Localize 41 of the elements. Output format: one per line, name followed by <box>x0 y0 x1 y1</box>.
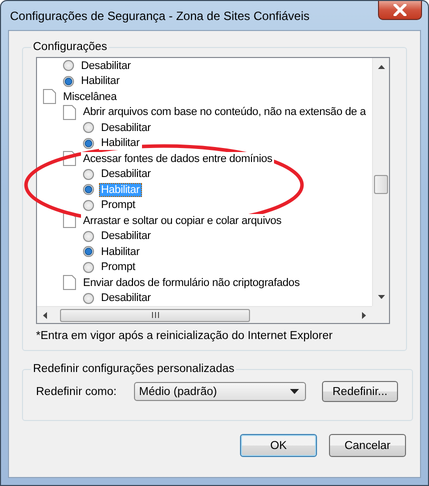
horizontal-scrollbar[interactable] <box>37 306 372 323</box>
radio-button[interactable] <box>83 138 94 149</box>
radio-button[interactable] <box>83 184 94 196</box>
page-icon <box>63 275 76 290</box>
page-icon <box>63 104 76 120</box>
page-icon <box>43 89 56 104</box>
cancel-button[interactable]: Cancelar <box>329 434 406 457</box>
scroll-up-icon[interactable] <box>378 65 384 69</box>
vertical-scrollbar[interactable] <box>372 58 389 306</box>
window-title: Configurações de Segurança - Zona de Sites Confiáveis <box>10 9 310 23</box>
radio-button[interactable] <box>83 246 94 258</box>
option-label[interactable]: Prompt <box>99 260 138 274</box>
option-label[interactable]: Habilitar <box>99 136 142 150</box>
group-title: Redefinir configurações personalizadas <box>32 363 236 375</box>
ok-button[interactable]: OK <box>240 434 317 457</box>
reset-button[interactable]: Redefinir... <box>322 381 398 402</box>
radio-button[interactable] <box>63 60 74 72</box>
radio-button[interactable] <box>63 76 74 87</box>
setting-label: Acessar fontes de dados entre domínios <box>81 152 274 166</box>
scroll-down-icon[interactable] <box>378 295 384 299</box>
scroll-thumb[interactable] <box>374 175 388 194</box>
setting-label: Arrastar e soltar ou copiar e colar arquivos <box>81 214 284 228</box>
radio-button[interactable] <box>83 168 94 180</box>
setting-label: Enviar dados de formulário não criptografados <box>81 276 302 290</box>
scroll-left-icon[interactable] <box>43 312 47 318</box>
reset-label: Redefinir como: <box>36 386 118 398</box>
close-icon <box>393 4 407 16</box>
radio-button[interactable] <box>83 292 94 304</box>
radio-button[interactable] <box>83 200 94 211</box>
option-label[interactable]: Prompt <box>99 198 138 212</box>
radio-button[interactable] <box>83 122 94 134</box>
level-dropdown[interactable]: Médio (padrão) <box>134 382 306 401</box>
setting-label: Abrir arquivos com base no conteúdo, não na extensão de a <box>81 105 368 120</box>
scroll-right-icon[interactable] <box>362 312 366 318</box>
restart-note: *Entra em vigor após a reinicialização do Internet Explorer <box>36 330 334 342</box>
scroll-thumb[interactable] <box>60 308 250 322</box>
radio-button[interactable] <box>83 230 94 242</box>
radio-button[interactable] <box>83 262 94 273</box>
close-button[interactable] <box>378 1 422 20</box>
group-title: Configurações <box>32 41 108 53</box>
dropdown-arrow-icon <box>290 389 299 394</box>
